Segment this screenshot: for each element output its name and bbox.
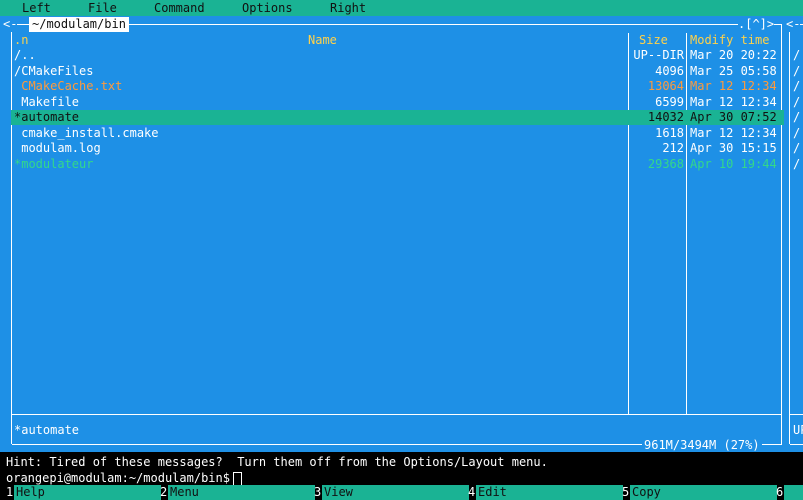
panel-corner-right[interactable]: .[^]> — [738, 17, 775, 32]
file-row[interactable]: *automate 14032 Apr 30 07:52 — [11, 110, 784, 125]
file-row[interactable]: CMakeCache.txt 13064 Mar 12 12:34 — [11, 79, 784, 94]
fkey-number: 2 — [160, 485, 168, 499]
cursor — [232, 471, 242, 486]
header-modify-time[interactable]: Modify time — [690, 33, 769, 48]
fkey-help-button[interactable]: Help — [14, 485, 161, 500]
file-name: Makefile — [14, 94, 80, 109]
file-row[interactable]: *modulateur 29368 Apr 10 19:44 — [11, 157, 784, 172]
right-panel-row[interactable]: / — [793, 110, 800, 125]
file-size: 1618 — [655, 125, 684, 140]
fkey-number: 5 — [622, 485, 630, 499]
fkey-number: 3 — [314, 485, 322, 499]
menu-file[interactable]: File — [88, 1, 117, 16]
fkey-number: 1 — [6, 485, 14, 499]
right-panel-row[interactable]: / — [793, 79, 800, 94]
right-panel-row[interactable]: / — [793, 64, 800, 79]
file-row[interactable]: Makefile 6599 Mar 12 12:34 — [11, 95, 784, 110]
fkey-menu-button[interactable]: Menu — [168, 485, 315, 500]
file-name: *automate — [14, 110, 80, 124]
file-size: 212 — [662, 141, 684, 155]
right-panel-row[interactable]: / — [793, 95, 800, 110]
menu-bar: Left File Command Options Right — [0, 0, 803, 16]
fkey-copy-button[interactable]: Copy — [630, 485, 777, 500]
menu-command[interactable]: Command — [154, 1, 205, 16]
file-size: 4096 — [655, 63, 684, 78]
file-row[interactable]: /CMakeFiles 4096 Mar 25 05:58 — [11, 64, 784, 79]
file-mtime: Mar 12 12:34 — [690, 94, 777, 109]
file-row[interactable]: /.. UP--DIR Mar 20 20:22 — [11, 48, 784, 63]
file-mtime: Apr 30 15:15 — [690, 141, 777, 155]
right-panel-divider — [790, 414, 803, 415]
file-size: 14032 — [647, 110, 684, 124]
fkey-view-button[interactable]: View — [322, 485, 469, 500]
panel-path[interactable]: ~/modulam/bin — [29, 17, 129, 32]
header-name[interactable]: Name — [308, 33, 337, 48]
right-panel-row[interactable]: / — [793, 141, 800, 156]
current-file-status: *automate — [14, 423, 80, 437]
file-mtime: Mar 12 12:34 — [690, 79, 777, 93]
file-name: modulam.log — [14, 141, 101, 155]
menu-right[interactable]: Right — [330, 1, 366, 16]
prompt-text: orangepi@modulam:~/modulam/bin$ — [6, 471, 230, 485]
fkey-number: 6 — [776, 485, 784, 499]
file-row[interactable]: modulam.log 212 Apr 30 15:15 — [11, 141, 784, 156]
file-row[interactable]: cmake_install.cmake 1618 Mar 12 12:34 — [11, 126, 784, 141]
file-name: cmake_install.cmake — [14, 125, 159, 140]
file-mtime: Apr 10 19:44 — [690, 156, 777, 171]
header-sort-indicator[interactable]: .n — [14, 33, 28, 48]
right-panel-bottom-border — [790, 444, 803, 445]
file-mtime: Mar 20 20:22 — [690, 48, 777, 62]
menu-left[interactable]: Left — [22, 1, 51, 16]
file-name: *modulateur — [14, 156, 94, 171]
menu-options[interactable]: Options — [242, 1, 293, 16]
file-name: /CMakeFiles — [14, 63, 94, 78]
file-name: CMakeCache.txt — [14, 79, 123, 93]
header-size[interactable]: Size — [639, 33, 668, 48]
file-mtime: Apr 30 07:52 — [690, 110, 777, 124]
file-size: 6599 — [655, 94, 684, 109]
right-panel-status: UP — [793, 423, 803, 437]
file-mtime: Mar 25 05:58 — [690, 63, 777, 78]
right-panel-row[interactable]: / — [793, 157, 800, 172]
panel-mini-divider — [12, 414, 782, 415]
function-key-bar: 1 Help 2 Menu 3 View 4 Edit 5 Copy 6 — [0, 485, 803, 500]
right-panel-row[interactable]: / — [793, 48, 800, 63]
file-size: 29368 — [647, 156, 684, 171]
right-panel-left-border — [789, 24, 790, 444]
file-size: UP--DIR — [633, 48, 684, 62]
fkey-blank-button[interactable] — [784, 485, 803, 500]
hint-text: Hint: Tired of these messages? Turn them… — [6, 455, 548, 469]
file-mtime: Mar 12 12:34 — [690, 125, 777, 140]
right-panel-corner[interactable]: <- — [786, 17, 801, 32]
fkey-edit-button[interactable]: Edit — [476, 485, 623, 500]
file-size: 13064 — [647, 79, 684, 93]
panel-corner-left[interactable]: <- — [3, 17, 18, 32]
fkey-number: 4 — [468, 485, 476, 499]
shell-prompt[interactable]: orangepi@modulam:~/modulam/bin$ — [6, 471, 242, 486]
file-name: /.. — [14, 48, 36, 62]
disk-usage: 961M/3494M (27%) — [642, 438, 762, 453]
right-panel-row[interactable]: / — [793, 126, 800, 141]
